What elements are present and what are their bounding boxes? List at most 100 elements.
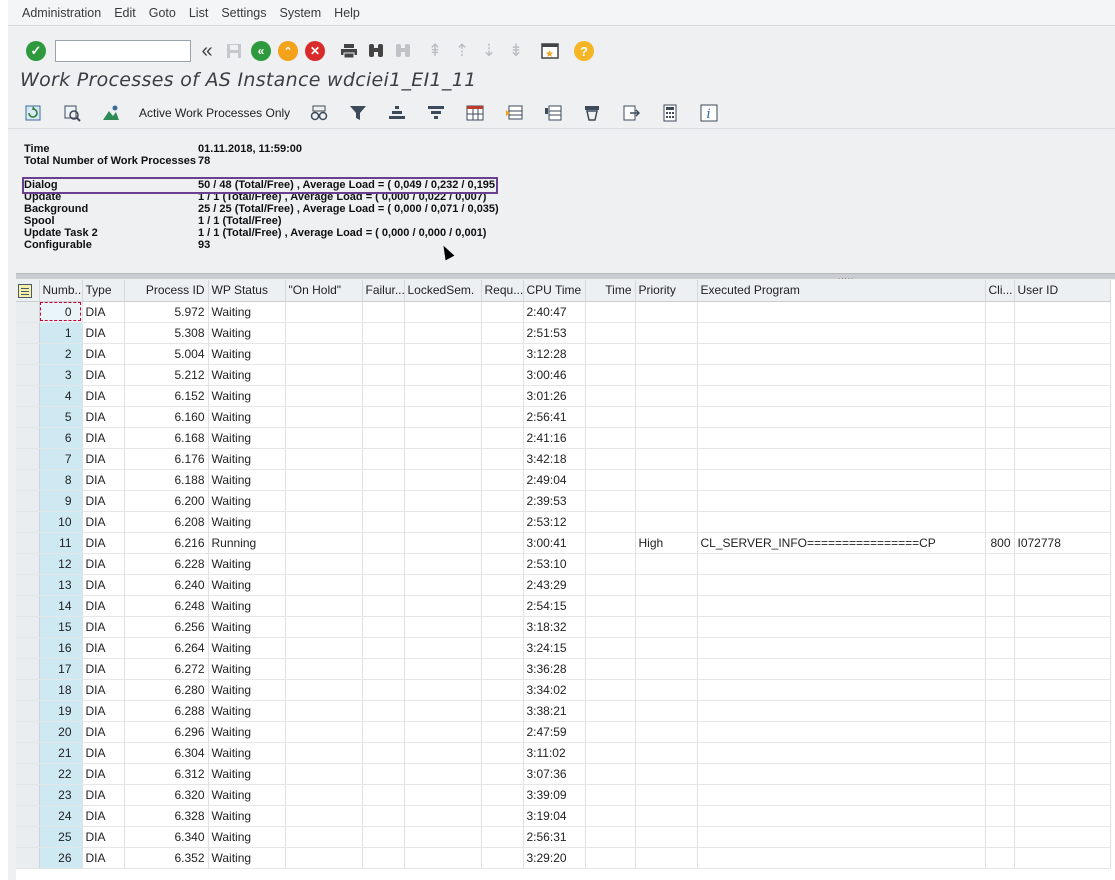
cell-number[interactable]: 26 — [39, 847, 83, 869]
table-row[interactable]: 3 DIA 5.212 Waiting 3:00:46 — [16, 364, 1111, 386]
print-preview-icon[interactable] — [581, 102, 603, 124]
table-row[interactable]: 5 DIA 6.160 Waiting 2:56:41 — [16, 406, 1111, 428]
row-selector[interactable] — [16, 826, 40, 848]
next-page-icon[interactable]: ⇣ — [478, 40, 500, 62]
table-row[interactable]: 7 DIA 6.176 Waiting 3:42:18 — [16, 448, 1111, 470]
table-row[interactable]: 15 DIA 6.256 Waiting 3:18:32 — [16, 616, 1111, 638]
select-process-icon[interactable] — [61, 102, 83, 124]
cell-number[interactable]: 8 — [39, 469, 83, 491]
select-all-cell[interactable] — [16, 280, 40, 302]
table-row[interactable]: 1 DIA 5.308 Waiting 2:51:53 — [16, 322, 1111, 344]
table-row[interactable]: 22 DIA 6.312 Waiting 3:07:36 — [16, 763, 1111, 785]
table-row[interactable]: 20 DIA 6.296 Waiting 2:47:59 — [16, 721, 1111, 743]
cell-number[interactable]: 2 — [39, 343, 83, 365]
cell-number[interactable]: 15 — [39, 616, 83, 638]
back-icon[interactable]: « — [250, 40, 272, 62]
row-selector[interactable] — [16, 301, 40, 323]
table-row[interactable]: 26 DIA 6.352 Waiting 3:29:20 — [16, 847, 1111, 869]
col-time[interactable]: Time — [585, 280, 636, 302]
col-user-id[interactable]: User ID — [1014, 280, 1111, 302]
active-work-processes-only-button[interactable]: Active Work Processes Only — [139, 106, 290, 120]
cell-number[interactable]: 0 — [39, 301, 83, 323]
expand-command-icon[interactable]: « — [196, 40, 218, 62]
cell-number[interactable]: 22 — [39, 763, 83, 785]
row-selector[interactable] — [16, 847, 40, 869]
cell-number[interactable]: 7 — [39, 448, 83, 470]
change-layout-icon[interactable] — [464, 102, 486, 124]
select-layout-icon[interactable] — [503, 102, 525, 124]
glasses-details-icon[interactable] — [308, 102, 330, 124]
splitter-grip-icon[interactable]: ..... — [838, 273, 854, 281]
first-page-icon[interactable]: ⇞ — [424, 40, 446, 62]
row-selector[interactable] — [16, 595, 40, 617]
save-layout-icon[interactable] — [542, 102, 564, 124]
cell-number[interactable]: 4 — [39, 385, 83, 407]
select-layout-list-icon[interactable] — [18, 283, 32, 298]
cell-number[interactable]: 10 — [39, 511, 83, 533]
table-row[interactable]: 11 DIA 6.216 Running 3:00:41 High CL_SERVER_IN… — [16, 532, 1111, 554]
table-row[interactable]: 23 DIA 6.320 Waiting 3:39:09 — [16, 784, 1111, 806]
table-row[interactable]: 21 DIA 6.304 Waiting 3:11:02 — [16, 742, 1111, 764]
row-selector[interactable] — [16, 658, 40, 680]
cell-number[interactable]: 1 — [39, 322, 83, 344]
menu-goto[interactable]: Goto — [149, 6, 176, 20]
row-selector[interactable] — [16, 742, 40, 764]
table-row[interactable]: 13 DIA 6.240 Waiting 2:43:29 — [16, 574, 1111, 596]
row-selector[interactable] — [16, 469, 40, 491]
table-row[interactable]: 14 DIA 6.248 Waiting 2:54:15 — [16, 595, 1111, 617]
export-icon[interactable] — [620, 102, 642, 124]
last-page-icon[interactable]: ⇟ — [505, 40, 527, 62]
calculator-icon[interactable] — [659, 102, 681, 124]
previous-page-icon[interactable]: ⇡ — [451, 40, 473, 62]
row-selector[interactable] — [16, 763, 40, 785]
row-selector[interactable] — [16, 637, 40, 659]
menu-administration[interactable]: Administration — [22, 6, 101, 20]
cell-number[interactable]: 16 — [39, 637, 83, 659]
col-requests[interactable]: Requ... — [481, 280, 524, 302]
cell-number[interactable]: 5 — [39, 406, 83, 428]
row-selector[interactable] — [16, 805, 40, 827]
cell-number[interactable]: 21 — [39, 742, 83, 764]
row-selector[interactable] — [16, 427, 40, 449]
table-row[interactable]: 9 DIA 6.200 Waiting 2:39:53 — [16, 490, 1111, 512]
table-row[interactable]: 8 DIA 6.188 Waiting 2:49:04 — [16, 469, 1111, 491]
cell-number[interactable]: 19 — [39, 700, 83, 722]
menu-help[interactable]: Help — [334, 6, 360, 20]
table-row[interactable]: 17 DIA 6.272 Waiting 3:36:28 — [16, 658, 1111, 680]
splitter-bar[interactable]: ..... — [16, 273, 1115, 281]
create-shortcut-icon[interactable]: ★ — [539, 40, 561, 62]
table-row[interactable]: 25 DIA 6.340 Waiting 2:56:31 — [16, 826, 1111, 848]
row-selector[interactable] — [16, 364, 40, 386]
row-selector[interactable] — [16, 322, 40, 344]
find-icon[interactable] — [365, 40, 387, 62]
col-on-hold[interactable]: "On Hold" — [285, 280, 363, 302]
col-locked-sem[interactable]: LockedSem. — [404, 280, 482, 302]
cell-number[interactable]: 17 — [39, 658, 83, 680]
row-selector[interactable] — [16, 700, 40, 722]
menu-edit[interactable]: Edit — [114, 6, 136, 20]
row-selector[interactable] — [16, 406, 40, 428]
row-selector[interactable] — [16, 448, 40, 470]
col-executed-program[interactable]: Executed Program — [697, 280, 986, 302]
row-selector[interactable] — [16, 721, 40, 743]
filter-icon[interactable] — [347, 102, 369, 124]
cell-number[interactable]: 25 — [39, 826, 83, 848]
sort-ascending-icon[interactable] — [386, 102, 408, 124]
row-selector[interactable] — [16, 616, 40, 638]
col-priority[interactable]: Priority — [635, 280, 698, 302]
cell-number[interactable]: 6 — [39, 427, 83, 449]
cell-number[interactable]: 3 — [39, 364, 83, 386]
menu-system[interactable]: System — [279, 6, 321, 20]
table-row[interactable]: 10 DIA 6.208 Waiting 2:53:12 — [16, 511, 1111, 533]
table-row[interactable]: 18 DIA 6.280 Waiting 3:34:02 — [16, 679, 1111, 701]
row-selector[interactable] — [16, 343, 40, 365]
save-icon[interactable] — [223, 40, 245, 62]
row-selector[interactable] — [16, 385, 40, 407]
row-selector[interactable] — [16, 511, 40, 533]
menu-list[interactable]: List — [189, 6, 208, 20]
find-next-icon[interactable] — [392, 40, 414, 62]
table-row[interactable]: 16 DIA 6.264 Waiting 3:24:15 — [16, 637, 1111, 659]
cell-number[interactable]: 20 — [39, 721, 83, 743]
print-icon[interactable] — [338, 40, 360, 62]
col-client[interactable]: Cli... — [985, 280, 1015, 302]
